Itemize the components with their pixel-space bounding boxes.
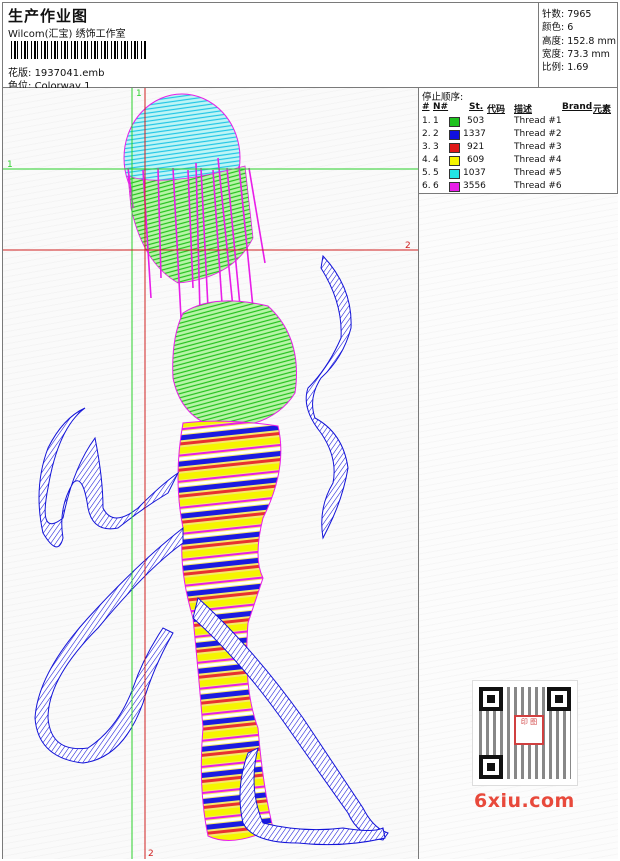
ratio-label: 比例: — [542, 62, 565, 73]
stats-panel: 针数: 7965 颜色: 6 高度: 152.8 mm 宽度: 73.3 mm … — [539, 3, 618, 88]
col-header-n: N# — [433, 102, 449, 112]
qr-finder — [547, 687, 571, 711]
stop-sequence-panel: 停止顺序: # N# St. 代码 描述 Brand 元素 1. 1 503 T… — [419, 88, 618, 194]
ratio-value: 1.69 — [567, 62, 589, 73]
design-ratio: 比例: 1.69 — [542, 59, 588, 73]
thread-row: 1. 1 503 Thread #1 — [419, 116, 618, 129]
row-n: 4 — [433, 155, 439, 165]
color-count-value: 6 — [567, 22, 574, 33]
color-swatch — [449, 143, 460, 153]
stitch-count: 针数: 7965 — [542, 6, 591, 20]
row-desc: Thread #1 — [514, 116, 562, 126]
qr-finder — [479, 687, 503, 711]
row-num: 2. — [422, 129, 431, 139]
studio-name: Wilcom(汇宝) 绣饰工作室 — [8, 29, 126, 40]
row-code: 503 — [467, 116, 485, 126]
color-swatch — [449, 169, 460, 179]
guide-label-1: 1 — [136, 89, 142, 99]
left-tentacle-lower — [34, 526, 184, 764]
row-n: 5 — [433, 168, 439, 178]
col-header-element: 元素 — [593, 105, 612, 115]
watermark-logo: 6xiu.com — [474, 790, 575, 812]
row-num: 4. — [422, 155, 431, 165]
row-n: 1 — [433, 116, 439, 126]
header-panel: 生产作业图 Wilcom(汇宝) 绣饰工作室 花版: 1937041.emb 色… — [3, 3, 539, 92]
col-header-num: # — [422, 102, 430, 112]
row-num: 5. — [422, 168, 431, 178]
row-desc: Thread #5 — [514, 168, 562, 178]
design-canvas: 1 1 2 2 — [3, 88, 419, 859]
design-width: 宽度: 73.3 mm — [542, 46, 610, 60]
color-swatch — [449, 156, 460, 166]
left-tentacle-upper — [38, 407, 180, 548]
row-num: 1. — [422, 116, 431, 126]
row-code: 3556 — [463, 181, 486, 191]
row-desc: Thread #6 — [514, 181, 562, 191]
row-desc: Thread #2 — [514, 129, 562, 139]
row-code: 1337 — [463, 129, 486, 139]
guide-label-2: 2 — [148, 849, 154, 859]
row-code: 609 — [467, 155, 485, 165]
thread-row: 4. 4 609 Thread #4 — [419, 155, 618, 168]
color-swatch — [449, 117, 460, 127]
embroidery-preview: 1 1 2 2 — [3, 88, 418, 859]
seal-stamp: 印 图 — [514, 715, 544, 745]
row-code: 921 — [467, 142, 485, 152]
col-header-desc: 描述 — [514, 105, 533, 115]
row-num: 3. — [422, 142, 431, 152]
row-code: 1037 — [463, 168, 486, 178]
color-count-label: 颜色: — [542, 22, 565, 33]
guide-label-2h: 2 — [405, 241, 411, 251]
thread-row: 2. 2 1337 Thread #2 — [419, 129, 618, 142]
color-swatch — [449, 130, 460, 140]
col-header-brand: Brand — [562, 102, 593, 112]
row-num: 6. — [422, 181, 431, 191]
color-count: 颜色: 6 — [542, 19, 573, 33]
col-header-st: St. — [469, 102, 484, 112]
row-desc: Thread #4 — [514, 155, 562, 165]
row-n: 3 — [433, 142, 439, 152]
thread-row: 5. 5 1037 Thread #5 — [419, 168, 618, 181]
thread-row: 3. 3 921 Thread #3 — [419, 142, 618, 155]
row-n: 6 — [433, 181, 439, 191]
col-header-code: 代码 — [487, 105, 506, 115]
stop-sequence-title: 停止顺序: — [422, 92, 464, 103]
barcode-icon — [11, 41, 147, 59]
page-title: 生产作业图 — [8, 7, 89, 25]
design-height: 高度: 152.8 mm — [542, 33, 616, 47]
qr-code-icon: 印 图 — [472, 680, 578, 786]
qr-finder — [479, 755, 503, 779]
row-desc: Thread #3 — [514, 142, 562, 152]
row-n: 2 — [433, 129, 439, 139]
right-tentacle-upper — [305, 254, 352, 540]
thread-row: 6. 6 3556 Thread #6 — [419, 181, 618, 194]
color-swatch — [449, 182, 460, 192]
figure-torso — [172, 300, 297, 429]
guide-label-1h: 1 — [7, 160, 13, 170]
